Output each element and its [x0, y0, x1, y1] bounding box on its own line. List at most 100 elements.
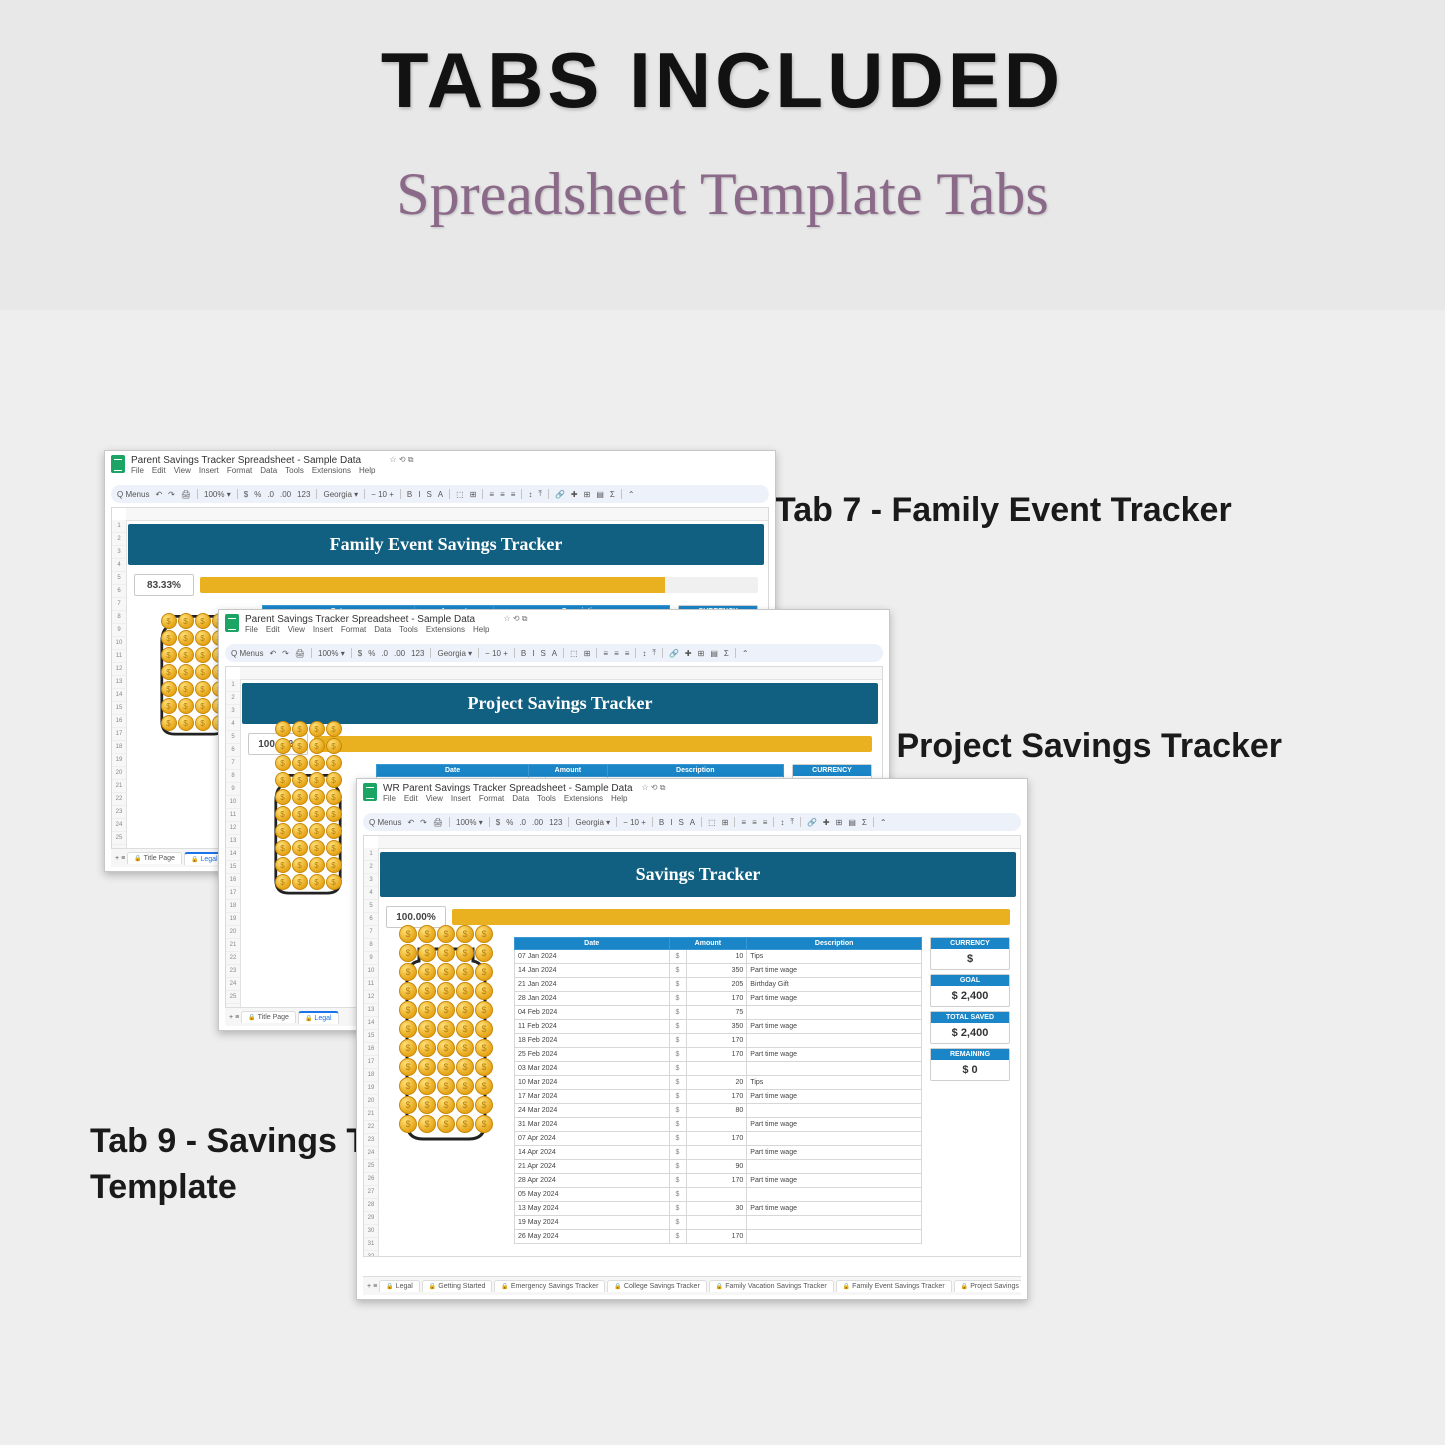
table-row[interactable]: 17 Mar 2024$170Part time wage — [515, 1090, 922, 1104]
sheet-tab[interactable]: Family Vacation Savings Tracker — [709, 1280, 834, 1292]
sheet-tab[interactable]: Family Event Savings Tracker — [836, 1280, 952, 1292]
toolbar-btn[interactable]: Q Menus — [231, 649, 263, 658]
toolbar-btn[interactable]: ↕ — [780, 818, 784, 827]
toolbar-btn[interactable]: .0 — [519, 818, 526, 827]
sheet-tab[interactable]: Getting Started — [422, 1280, 493, 1292]
menu-edit[interactable]: Edit — [404, 794, 418, 803]
toolbar-btn[interactable]: 123 — [411, 649, 424, 658]
menu-help[interactable]: Help — [473, 625, 489, 634]
all-sheets-button[interactable]: ≡ — [235, 1014, 239, 1021]
toolbar-btn[interactable]: ↷ — [420, 818, 427, 827]
toolbar-btn[interactable]: Σ — [724, 649, 729, 658]
toolbar-btn[interactable]: B — [407, 490, 412, 499]
toolbar-btn[interactable]: ⬚ — [570, 649, 578, 658]
toolbar-btn[interactable]: ⊞ — [584, 649, 591, 658]
menu-data[interactable]: Data — [512, 794, 529, 803]
toolbar-btn[interactable]: ↶ — [407, 818, 414, 827]
toolbar-btn[interactable]: .00 — [394, 649, 405, 658]
table-row[interactable]: 14 Apr 2024$Part time wage — [515, 1146, 922, 1160]
toolbar-btn[interactable]: ⤒ — [652, 648, 656, 658]
toolbar-btn[interactable]: ↕ — [642, 649, 646, 658]
toolbar-btn[interactable]: − 10 + — [371, 490, 394, 499]
toolbar-btn[interactable]: ≡ — [614, 649, 619, 658]
table-row[interactable]: 18 Feb 2024$170 — [515, 1034, 922, 1048]
toolbar-btn[interactable]: Georgia ▾ — [575, 818, 610, 827]
toolbar-btn[interactable]: ⊞ — [584, 490, 591, 499]
add-sheet-button[interactable]: + — [115, 855, 119, 862]
toolbar-btn[interactable]: ▤ — [596, 490, 604, 499]
toolbar-btn[interactable]: ⌃ — [880, 818, 887, 827]
menu-bar[interactable]: FileEditViewInsertFormatDataToolsExtensi… — [131, 466, 383, 475]
table-row[interactable]: 24 Mar 2024$80 — [515, 1104, 922, 1118]
menu-bar[interactable]: FileEditViewInsertFormatDataToolsExtensi… — [245, 625, 497, 634]
all-sheets-button[interactable]: ≡ — [373, 1283, 377, 1290]
toolbar-btn[interactable]: − 10 + — [485, 649, 508, 658]
table-row[interactable]: 21 Jan 2024$205Birthday Gift — [515, 978, 922, 992]
toolbar-btn[interactable]: A — [438, 490, 443, 499]
menu-format[interactable]: Format — [479, 794, 504, 803]
table-row[interactable]: 03 Mar 2024$ — [515, 1062, 922, 1076]
menu-format[interactable]: Format — [341, 625, 366, 634]
menu-tools[interactable]: Tools — [399, 625, 418, 634]
menu-bar[interactable]: FileEditViewInsertFormatDataToolsExtensi… — [383, 794, 635, 803]
toolbar-btn[interactable]: ✚ — [571, 490, 578, 499]
toolbar-btn[interactable]: ⤒ — [538, 489, 542, 499]
toolbar-btn[interactable]: A — [690, 818, 695, 827]
table-row[interactable]: 26 May 2024$170 — [515, 1230, 922, 1244]
toolbar[interactable]: Q Menus↶↷🖨100% ▾$%.0.00123Georgia ▾− 10 … — [111, 485, 769, 503]
toolbar-btn[interactable]: 123 — [297, 490, 310, 499]
sheet-tab[interactable]: Title Page — [127, 852, 182, 864]
toolbar-btn[interactable]: ⌃ — [742, 649, 749, 658]
menu-insert[interactable]: Insert — [313, 625, 333, 634]
toolbar-btn[interactable]: − 10 + — [623, 818, 646, 827]
menu-tools[interactable]: Tools — [537, 794, 556, 803]
menu-view[interactable]: View — [426, 794, 443, 803]
toolbar-btn[interactable]: Georgia ▾ — [323, 490, 358, 499]
toolbar-btn[interactable]: ⊞ — [698, 649, 705, 658]
menu-edit[interactable]: Edit — [266, 625, 280, 634]
menu-edit[interactable]: Edit — [152, 466, 166, 475]
toolbar-btn[interactable]: ≡ — [511, 490, 516, 499]
toolbar-btn[interactable]: ↶ — [155, 490, 162, 499]
table-row[interactable]: 28 Jan 2024$170Part time wage — [515, 992, 922, 1006]
toolbar-btn[interactable]: ⌃ — [628, 490, 635, 499]
toolbar-btn[interactable]: B — [659, 818, 664, 827]
toolbar-btn[interactable]: 100% ▾ — [318, 649, 345, 658]
menu-help[interactable]: Help — [359, 466, 375, 475]
entries-table[interactable]: DateAmountDescription07 Jan 2024$10Tips1… — [514, 937, 922, 1244]
menu-file[interactable]: File — [383, 794, 396, 803]
table-row[interactable]: 14 Jan 2024$350Part time wage — [515, 964, 922, 978]
table-row[interactable]: 28 Apr 2024$170Part time wage — [515, 1174, 922, 1188]
toolbar-btn[interactable]: 🔗 — [807, 818, 817, 827]
toolbar-btn[interactable]: ↷ — [168, 490, 175, 499]
toolbar[interactable]: Q Menus↶↷🖨100% ▾$%.0.00123Georgia ▾− 10 … — [363, 813, 1021, 831]
menu-help[interactable]: Help — [611, 794, 627, 803]
toolbar-btn[interactable]: 🖨 — [433, 818, 443, 827]
table-row[interactable]: 13 May 2024$30Part time wage — [515, 1202, 922, 1216]
toolbar-btn[interactable]: S — [678, 818, 683, 827]
toolbar-btn[interactable]: ≡ — [752, 818, 757, 827]
table-row[interactable]: 10 Mar 2024$20Tips — [515, 1076, 922, 1090]
toolbar-btn[interactable]: ≡ — [763, 818, 768, 827]
toolbar-btn[interactable]: 123 — [549, 818, 562, 827]
toolbar-btn[interactable]: 🔗 — [555, 490, 565, 499]
table-row[interactable]: 05 May 2024$ — [515, 1188, 922, 1202]
toolbar-btn[interactable]: ⤒ — [790, 817, 794, 827]
toolbar-btn[interactable]: % — [368, 649, 375, 658]
toolbar-btn[interactable]: % — [254, 490, 261, 499]
menu-view[interactable]: View — [288, 625, 305, 634]
toolbar-btn[interactable]: ↶ — [269, 649, 276, 658]
toolbar-btn[interactable]: ✚ — [823, 818, 830, 827]
toolbar-btn[interactable]: $ — [496, 818, 500, 827]
toolbar-btn[interactable]: 🖨 — [181, 490, 191, 499]
sheet-tab[interactable]: Legal — [298, 1011, 339, 1024]
sheet-tab[interactable]: Title Page — [241, 1011, 296, 1023]
menu-extensions[interactable]: Extensions — [312, 466, 351, 475]
menu-tools[interactable]: Tools — [285, 466, 304, 475]
toolbar-btn[interactable]: ≡ — [741, 818, 746, 827]
toolbar-btn[interactable]: S — [426, 490, 431, 499]
toolbar-btn[interactable]: ⊞ — [836, 818, 843, 827]
toolbar[interactable]: Q Menus↶↷🖨100% ▾$%.0.00123Georgia ▾− 10 … — [225, 644, 883, 662]
menu-view[interactable]: View — [174, 466, 191, 475]
toolbar-btn[interactable]: ≡ — [500, 490, 505, 499]
